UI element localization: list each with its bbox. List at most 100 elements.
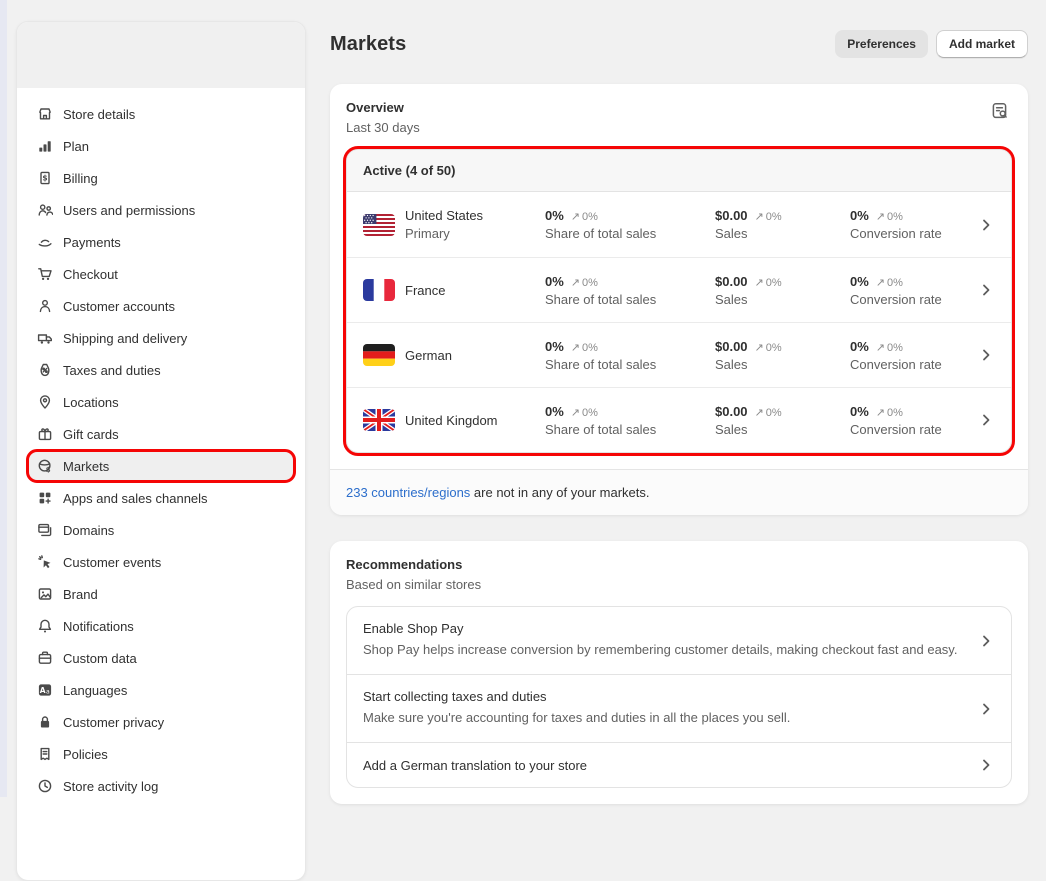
sidebar-item-locations[interactable]: Locations — [29, 388, 293, 416]
stat-label: Conversion rate — [850, 357, 977, 372]
stat-top: $0.00↗0% — [715, 339, 850, 354]
sidebar-item-billing[interactable]: $Billing — [29, 164, 293, 192]
svg-text:$: $ — [42, 173, 47, 182]
sidebar-item-label: Languages — [63, 683, 127, 698]
stat-value: 0% — [545, 339, 564, 354]
chevron-right-icon — [977, 757, 995, 773]
stat-delta: ↗0% — [571, 341, 598, 354]
sidebar-item-label: Gift cards — [63, 427, 119, 442]
stat-label: Conversion rate — [850, 422, 977, 437]
stat-delta: ↗0% — [755, 406, 782, 419]
sidebar-item-label: Customer events — [63, 555, 161, 570]
stat-delta-value: 0% — [582, 277, 598, 289]
market-row-united-kingdom[interactable]: United Kingdom0%↗0%Share of total sales$… — [347, 387, 1011, 452]
sidebar-item-domains[interactable]: Domains — [29, 516, 293, 544]
stat-top: 0%↗0% — [545, 208, 715, 223]
active-markets-section: Active (4 of 50) United StatesPrimary0%↗… — [346, 149, 1012, 453]
sidebar-item-policies[interactable]: Policies — [29, 740, 293, 768]
market-row-united-states[interactable]: United StatesPrimary0%↗0%Share of total … — [347, 192, 1011, 257]
view-report-button[interactable] — [988, 100, 1012, 124]
stat-label: Share of total sales — [545, 226, 715, 241]
stat-delta: ↗0% — [876, 210, 903, 223]
sidebar-item-label: Locations — [63, 395, 119, 410]
market-row-france[interactable]: France0%↗0%Share of total sales$0.00↗0%S… — [347, 257, 1011, 322]
market-name-col: German — [405, 348, 545, 363]
brand-icon — [37, 586, 53, 602]
market-stat-share-of-total-sales: 0%↗0%Share of total sales — [545, 404, 715, 437]
uk-flag-icon — [363, 409, 395, 431]
sidebar-item-brand[interactable]: Brand — [29, 580, 293, 608]
sidebar-item-gift-cards[interactable]: Gift cards — [29, 420, 293, 448]
recommendations-list: Enable Shop PayShop Pay helps increase c… — [346, 606, 1012, 788]
customer-privacy-icon — [37, 714, 53, 730]
recommendation-title: Start collecting taxes and duties — [363, 689, 790, 704]
add-market-button[interactable]: Add market — [936, 30, 1028, 58]
store-activity-log-icon — [37, 778, 53, 794]
chevron-right-icon — [977, 217, 995, 233]
chevron-right-icon — [977, 412, 995, 428]
chevron-right-icon — [977, 633, 995, 649]
sidebar-item-store-details[interactable]: Store details — [29, 100, 293, 128]
stat-delta-value: 0% — [766, 277, 782, 289]
stat-value: 0% — [850, 404, 869, 419]
payments-icon — [37, 234, 53, 250]
sidebar-item-checkout[interactable]: Checkout — [29, 260, 293, 288]
notifications-icon — [37, 618, 53, 634]
sidebar-item-customer-events[interactable]: Customer events — [29, 548, 293, 576]
stat-label: Conversion rate — [850, 226, 977, 241]
trend-up-icon: ↗ — [876, 406, 885, 419]
recommendation-enable-shop-pay[interactable]: Enable Shop PayShop Pay helps increase c… — [347, 607, 1011, 674]
overview-footer-text: are not in any of your markets. — [470, 485, 649, 500]
stat-delta-value: 0% — [766, 407, 782, 419]
sidebar-item-store-activity-log[interactable]: Store activity log — [29, 772, 293, 800]
stat-value: 0% — [850, 339, 869, 354]
stat-delta-value: 0% — [766, 211, 782, 223]
stat-top: 0% ↗0% — [545, 339, 715, 354]
trend-up-icon: ↗ — [571, 406, 580, 419]
page-title: Markets — [330, 33, 406, 56]
sidebar-item-label: Customer accounts — [63, 299, 175, 314]
sidebar-item-users-and-permissions[interactable]: Users and permissions — [29, 196, 293, 224]
sidebar-item-plan[interactable]: Plan — [29, 132, 293, 160]
sidebar-item-label: Custom data — [63, 651, 137, 666]
preferences-button[interactable]: Preferences — [835, 30, 928, 58]
sidebar-item-payments[interactable]: Payments — [29, 228, 293, 256]
stat-label: Share of total sales — [545, 357, 715, 372]
overview-subtitle: Last 30 days — [346, 120, 420, 135]
stat-value: 0% — [545, 274, 564, 289]
stat-top: 0%↗0% — [545, 404, 715, 419]
recommendation-start-collecting-taxes-and-duties[interactable]: Start collecting taxes and duties Make su… — [347, 674, 1011, 742]
stat-top: 0%↗0% — [545, 274, 715, 289]
stat-value: $0.00 — [715, 208, 748, 223]
sidebar-item-taxes-and-duties[interactable]: Taxes and duties — [29, 356, 293, 384]
sidebar-item-label: Apps and sales channels — [63, 491, 208, 506]
sidebar-item-notifications[interactable]: Notifications — [29, 612, 293, 640]
sidebar-item-custom-data[interactable]: Custom data — [29, 644, 293, 672]
chevron-right-icon — [977, 282, 995, 298]
stat-label: Sales — [715, 226, 850, 241]
stat-delta-value: 0% — [887, 277, 903, 289]
recommendation-add-a-german-translation-to-your-store[interactable]: Add a German translation to your store — [347, 742, 1011, 787]
sidebar-item-apps-and-sales-channels[interactable]: Apps and sales channels — [29, 484, 293, 512]
sidebar-item-markets[interactable]: $Markets — [29, 452, 293, 480]
stat-delta-value: 0% — [582, 407, 598, 419]
sidebar-item-label: Plan — [63, 139, 89, 154]
countries-regions-link[interactable]: 233 countries/regions — [346, 485, 470, 500]
trend-up-icon: ↗ — [571, 210, 580, 223]
stat-label: Conversion rate — [850, 292, 977, 307]
main-content: Markets Preferences Add market Overview … — [330, 0, 1028, 804]
sidebar-item-shipping-and-delivery[interactable]: Shipping and delivery — [29, 324, 293, 352]
sidebar-item-customer-privacy[interactable]: Customer privacy — [29, 708, 293, 736]
market-name-col: France — [405, 283, 545, 298]
sidebar-item-languages[interactable]: Aa Languages — [29, 676, 293, 704]
header-actions: Preferences Add market — [835, 30, 1028, 58]
trend-up-icon: ↗ — [571, 276, 580, 289]
sidebar-item-label: Store details — [63, 107, 135, 122]
domains-icon — [37, 522, 53, 538]
languages-icon: Aa — [37, 682, 53, 698]
sidebar-item-customer-accounts[interactable]: Customer accounts — [29, 292, 293, 320]
market-name: France — [405, 283, 545, 298]
recommendation-description: Make sure you're accounting for taxes an… — [363, 708, 790, 728]
policies-icon — [37, 746, 53, 762]
market-row-german[interactable]: German0%↗0%Share of total sales$0.00↗0%S… — [347, 322, 1011, 387]
